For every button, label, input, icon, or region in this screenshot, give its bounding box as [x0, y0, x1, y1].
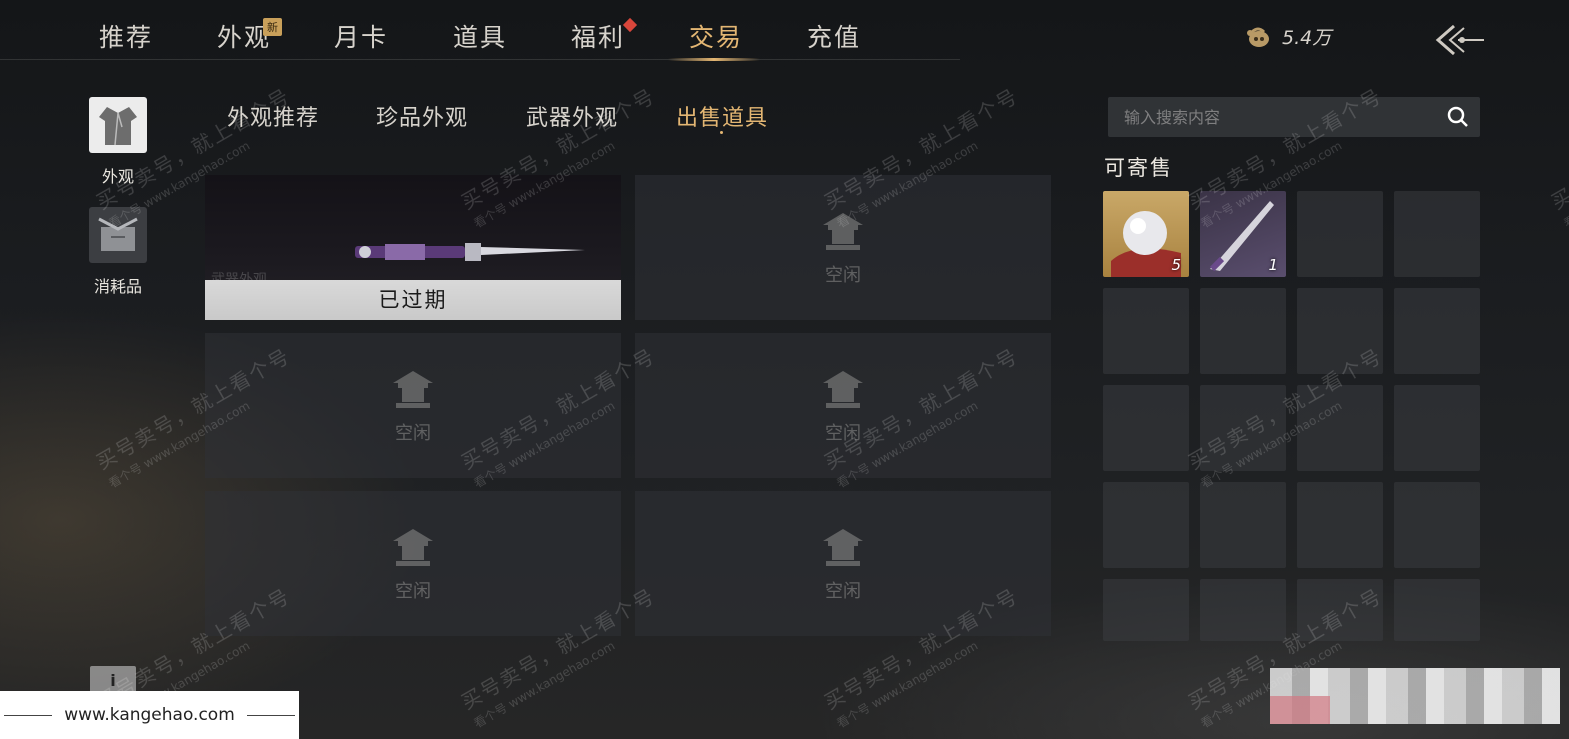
listing-slot-expired[interactable]: 武器外观 已过期 [205, 175, 621, 320]
inventory-item-slot[interactable]: 5 [1103, 191, 1189, 277]
empty-inventory-slot[interactable] [1297, 482, 1383, 568]
empty-slot-label: 空闲 [395, 422, 431, 444]
robe-icon [89, 97, 147, 153]
package-icon [89, 207, 147, 263]
listing-slot-empty[interactable]: 空闲 [205, 491, 621, 636]
subtab-weapon-appearance[interactable]: 武器外观 [526, 100, 618, 132]
watermark-url: 看个号 www.kangehao.com [1561, 138, 1569, 231]
empty-slot-label: 空闲 [825, 422, 861, 444]
pavilion-icon [823, 212, 863, 250]
currency-amount: 5.4万 [1282, 26, 1332, 49]
empty-inventory-slot[interactable] [1394, 482, 1480, 568]
listing-slot-empty[interactable]: 空闲 [635, 175, 1051, 320]
listing-slot-empty[interactable]: 空闲 [635, 333, 1051, 478]
empty-inventory-slot[interactable] [1394, 191, 1480, 277]
empty-inventory-slot[interactable] [1394, 385, 1480, 471]
tab-trade[interactable]: 交易 [689, 18, 743, 54]
category-consumables[interactable]: 消耗品 [88, 207, 148, 297]
subtab-sell-props[interactable]: 出售道具 [676, 100, 768, 132]
inventory-item-slot[interactable]: 1 [1200, 191, 1286, 277]
listing-slot-empty[interactable]: 空闲 [205, 333, 621, 478]
search-box [1108, 97, 1480, 137]
item-count: 1 [1268, 256, 1278, 274]
empty-inventory-slot[interactable] [1394, 288, 1480, 374]
info-icon[interactable]: i [90, 666, 136, 692]
empty-inventory-slot[interactable] [1103, 288, 1189, 374]
pavilion-icon [823, 528, 863, 566]
empty-slot-label: 空闲 [825, 264, 861, 286]
weapon-blade-icon [355, 243, 585, 261]
currency-display: 5.4万 [1244, 22, 1331, 50]
back-arrow-icon[interactable] [1432, 20, 1488, 60]
search-icon[interactable] [1446, 105, 1470, 129]
tab-props[interactable]: 道具 [453, 18, 507, 54]
pavilion-icon [393, 528, 433, 566]
empty-slot-label: 空闲 [825, 580, 861, 602]
tab-welfare[interactable]: 福利 [571, 18, 625, 54]
divider [246, 714, 295, 716]
category-label: 外观 [101, 167, 134, 186]
listing-slot-empty[interactable]: 空闲 [635, 491, 1051, 636]
empty-inventory-slot[interactable] [1297, 191, 1383, 277]
empty-inventory-slot[interactable] [1200, 385, 1286, 471]
empty-inventory-slot[interactable] [1103, 385, 1189, 471]
footer-site-text: www.kangehao.com [64, 705, 235, 725]
category-label: 消耗品 [93, 277, 142, 296]
empty-slot-label: 空闲 [395, 580, 431, 602]
empty-inventory-slot[interactable] [1103, 482, 1189, 568]
category-appearance[interactable]: 外观 [88, 97, 148, 187]
sellable-title: 可寄售 [1104, 156, 1173, 180]
empty-inventory-slot[interactable] [1103, 579, 1189, 641]
search-input[interactable] [1108, 107, 1428, 127]
tab-recommend[interactable]: 推荐 [99, 18, 153, 54]
tab-recharge[interactable]: 充值 [807, 18, 861, 54]
active-tab-underline [668, 58, 760, 61]
empty-inventory-slot[interactable] [1297, 579, 1383, 641]
pavilion-icon [823, 370, 863, 408]
footer-site-banner: www.kangehao.com [0, 691, 299, 739]
empty-inventory-slot[interactable] [1394, 579, 1480, 641]
item-count: 5 [1171, 256, 1181, 274]
coin-pouch-icon [1247, 27, 1269, 47]
empty-inventory-slot[interactable] [1297, 385, 1383, 471]
notification-dot [622, 17, 638, 33]
subtab-rare-appearance[interactable]: 珍品外观 [376, 100, 468, 132]
empty-inventory-slot[interactable] [1297, 288, 1383, 374]
empty-inventory-slot[interactable] [1200, 288, 1286, 374]
subtab-appearance-recommend[interactable]: 外观推荐 [227, 100, 319, 132]
empty-inventory-slot[interactable] [1200, 579, 1286, 641]
pavilion-icon [393, 370, 433, 408]
tab-monthly-card[interactable]: 月卡 [334, 18, 388, 54]
watermark: 买号卖号，就上看个号看个号 www.kangehao.com [1545, 80, 1569, 232]
top-navigation: 推荐 外观 新 月卡 道具 福利 交易 充值 [0, 0, 960, 61]
empty-inventory-slot[interactable] [1200, 482, 1286, 568]
watermark-text: 买号卖号，就上看个号 [1547, 83, 1569, 215]
new-badge: 新 [263, 18, 282, 36]
expired-status: 已过期 [205, 280, 621, 320]
blurred-region [1270, 668, 1560, 724]
active-subtab-dot [720, 131, 723, 134]
divider [4, 714, 53, 716]
